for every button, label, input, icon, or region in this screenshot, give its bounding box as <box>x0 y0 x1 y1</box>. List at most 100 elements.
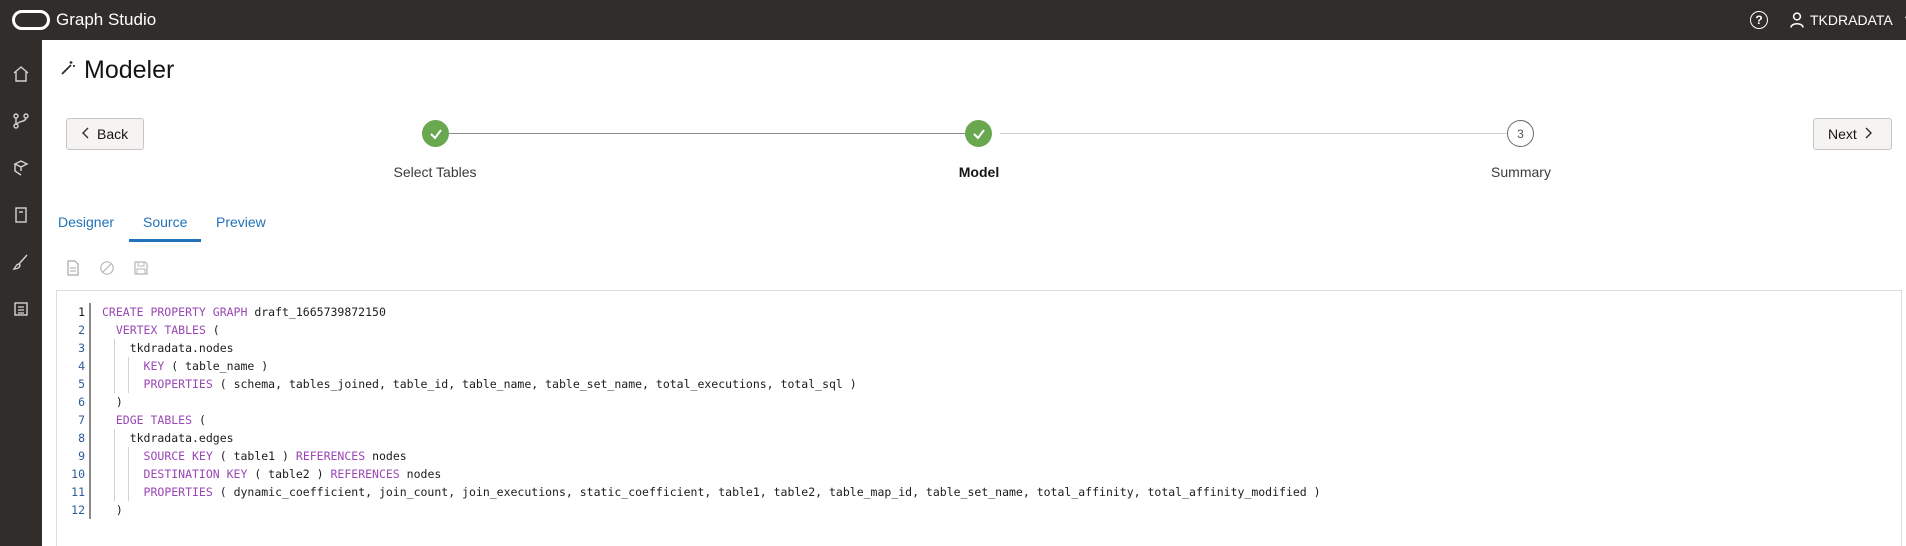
code-keyword: VERTEX TABLES <box>115 323 206 337</box>
app-title[interactable]: Graph Studio <box>56 10 156 30</box>
wand-icon <box>60 60 76 81</box>
code-line: DESTINATION KEY ( table2 ) REFERENCES no… <box>102 465 1321 483</box>
code-line: PROPERTIES ( schema, tables_joined, tabl… <box>102 375 1321 393</box>
indent-guide <box>128 357 129 375</box>
code-keyword: DESTINATION KEY <box>143 467 248 481</box>
step-label-select-tables[interactable]: Select Tables <box>393 164 476 180</box>
sidebar-nav <box>0 40 42 546</box>
line-number: 2 <box>78 323 85 337</box>
stepper-line-complete <box>436 133 980 134</box>
code-text: tkdradata.edges <box>102 431 234 445</box>
indent-guide <box>114 483 115 501</box>
next-button-label: Next <box>1828 126 1857 142</box>
code-keyword: EDGE TABLES <box>115 413 193 427</box>
line-number: 11 <box>71 485 85 499</box>
tab-designer[interactable]: Designer <box>58 212 114 242</box>
code-text: ( table_name ) <box>164 359 269 373</box>
code-text: nodes <box>365 449 407 463</box>
tab-source[interactable]: Source <box>129 212 202 242</box>
brush-icon[interactable] <box>9 250 33 274</box>
notebook-icon[interactable] <box>9 203 33 227</box>
top-bar: Graph Studio ? TKDRADATA ▼ <box>0 0 1906 40</box>
page-title: Modeler <box>84 56 175 84</box>
code-line: EDGE TABLES ( <box>102 411 1321 429</box>
code-text: ) <box>102 395 123 409</box>
line-number: 7 <box>78 413 85 427</box>
code-keyword: CREATE PROPERTY GRAPH <box>102 305 248 319</box>
indent-guide <box>114 429 115 447</box>
code-keyword: PROPERTIES <box>143 377 213 391</box>
user-name: TKDRADATA <box>1810 12 1893 28</box>
home-icon[interactable] <box>9 62 33 86</box>
step-label-summary[interactable]: Summary <box>1491 164 1551 180</box>
code-line: SOURCE KEY ( table1 ) REFERENCES nodes <box>102 447 1321 465</box>
line-number: 1 <box>78 305 85 319</box>
back-button[interactable]: Back <box>66 118 144 150</box>
indent-guide <box>128 375 129 393</box>
line-number: 9 <box>78 449 85 463</box>
chevron-left-icon <box>81 126 89 142</box>
line-number: 6 <box>78 395 85 409</box>
code-text: ( <box>192 413 206 427</box>
line-number-gutter: 1 2 3 4 5 6 7 8 9 10 11 12 <box>69 303 85 519</box>
code-line: KEY ( table_name ) <box>102 357 1321 375</box>
indent-guide <box>114 375 115 393</box>
code-keyword: REFERENCES <box>330 467 400 481</box>
cube-icon[interactable] <box>9 156 33 180</box>
line-number: 5 <box>78 377 85 391</box>
code-line: ) <box>102 393 1321 411</box>
next-button[interactable]: Next <box>1813 118 1892 150</box>
indent-guide <box>114 465 115 483</box>
stepper-line-pending <box>1000 133 1507 134</box>
code-editor[interactable]: 1 2 3 4 5 6 7 8 9 10 11 12 CREATE PROPERTY GRAPH dr… <box>56 290 1902 546</box>
page-header: Modeler <box>60 56 174 85</box>
indent-guide <box>114 339 115 357</box>
code-keyword: KEY <box>143 359 165 373</box>
code-text: ( schema, tables_joined, table_id, table… <box>212 377 857 391</box>
line-number: 8 <box>78 431 85 445</box>
code-line: ) <box>102 501 1321 519</box>
graph-branch-icon[interactable] <box>9 109 33 133</box>
step-label-model[interactable]: Model <box>959 164 999 180</box>
code-text: ) <box>102 503 123 517</box>
code-line: PROPERTIES ( dynamic_coefficient, join_c… <box>102 483 1321 501</box>
indent-guide <box>114 447 115 465</box>
document-icon[interactable] <box>63 258 83 278</box>
code-text: draft_1665739872150 <box>247 305 386 319</box>
code-text: ( table2 ) <box>247 467 331 481</box>
step-3-number[interactable]: 3 <box>1507 120 1534 147</box>
line-number: 10 <box>71 467 85 481</box>
user-icon <box>1790 12 1804 28</box>
line-number: 4 <box>78 359 85 373</box>
line-number: 3 <box>78 341 85 355</box>
line-number: 12 <box>71 503 85 517</box>
indent-guide <box>128 465 129 483</box>
code-keyword: REFERENCES <box>295 449 366 463</box>
code-text: tkdradata.nodes <box>102 341 234 355</box>
tab-preview[interactable]: Preview <box>216 212 266 242</box>
code-text: ( table1 ) <box>212 449 296 463</box>
code-line: tkdradata.nodes <box>102 339 1321 357</box>
code-content[interactable]: CREATE PROPERTY GRAPH draft_166573987215… <box>102 303 1321 519</box>
code-line: tkdradata.edges <box>102 429 1321 447</box>
save-icon[interactable] <box>131 258 151 278</box>
list-icon[interactable] <box>9 297 33 321</box>
help-icon[interactable]: ? <box>1750 11 1768 29</box>
code-text: ( <box>205 323 220 337</box>
code-line: CREATE PROPERTY GRAPH draft_166573987215… <box>102 303 1321 321</box>
code-text: nodes <box>399 467 442 481</box>
indent-guide <box>114 357 115 375</box>
step-2-check-icon[interactable] <box>965 120 992 147</box>
oracle-logo-icon[interactable] <box>12 10 50 30</box>
back-button-label: Back <box>97 126 129 142</box>
user-menu[interactable]: TKDRADATA ▼ <box>1790 8 1906 32</box>
step-1-check-icon[interactable] <box>422 120 449 147</box>
indent-guide <box>128 447 129 465</box>
cancel-icon[interactable] <box>97 258 117 278</box>
